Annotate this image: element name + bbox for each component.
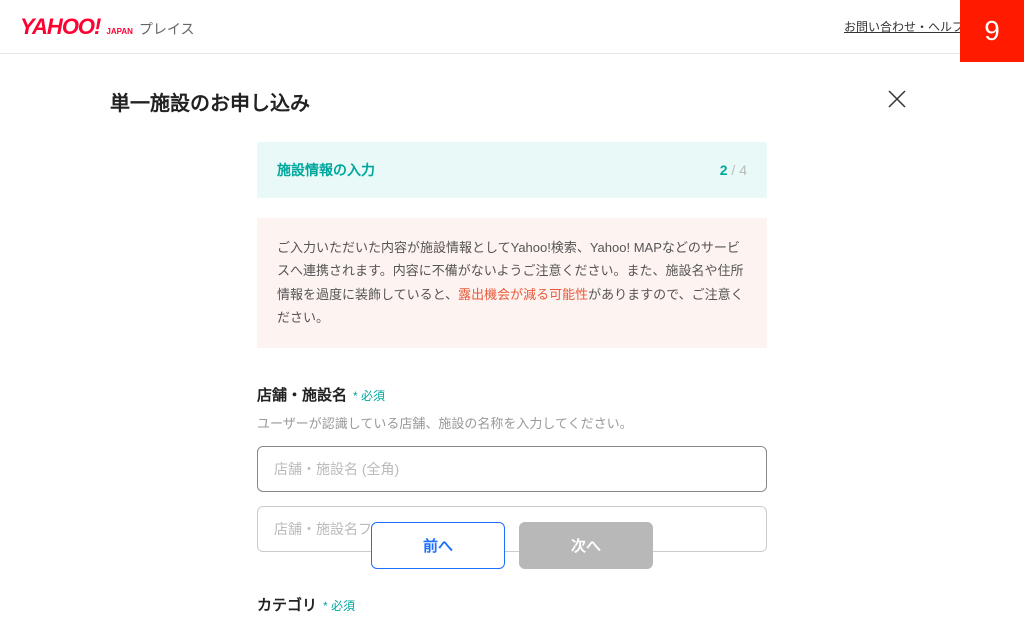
- field-label-name: 店舗・施設名: [257, 384, 347, 405]
- step-indicator: 施設情報の入力 2 / 4: [257, 142, 767, 198]
- help-link[interactable]: お問い合わせ・ヘルプ: [844, 18, 964, 35]
- notification-badge: 9: [960, 0, 1024, 62]
- facility-name-input[interactable]: [257, 446, 767, 492]
- step-count: 2 / 4: [720, 162, 747, 178]
- logo-sub: プレイス: [139, 19, 195, 39]
- step-label: 施設情報の入力: [277, 160, 375, 180]
- logo[interactable]: YAHOO! JAPAN プレイス: [20, 14, 195, 40]
- required-tag: 必須: [323, 597, 355, 614]
- top-bar: YAHOO! JAPAN プレイス お問い合わせ・ヘルプ ロ: [0, 0, 1024, 54]
- prev-button[interactable]: 前へ: [371, 522, 505, 569]
- logo-yahoo: YAHOO!: [20, 14, 100, 40]
- field-label-category: カテゴリ: [257, 594, 317, 615]
- required-tag: 必須: [353, 387, 385, 404]
- notice-warning: 露出機会が減る可能性: [458, 287, 588, 302]
- notice-box: ご入力いただいた内容が施設情報としてYahoo!検索、Yahoo! MAPなどの…: [257, 218, 767, 348]
- field-category: カテゴリ 必須: [257, 594, 767, 615]
- title-row: 単一施設のお申し込み: [110, 84, 914, 118]
- nav-buttons: 前へ 次へ: [0, 522, 1024, 569]
- next-button[interactable]: 次へ: [519, 522, 653, 569]
- field-desc-name: ユーザーが認識している店舗、施設の名称を入力してください。: [257, 413, 767, 432]
- logo-japan: JAPAN: [106, 27, 133, 36]
- close-icon[interactable]: [880, 84, 914, 118]
- page-title: 単一施設のお申し込み: [110, 87, 310, 116]
